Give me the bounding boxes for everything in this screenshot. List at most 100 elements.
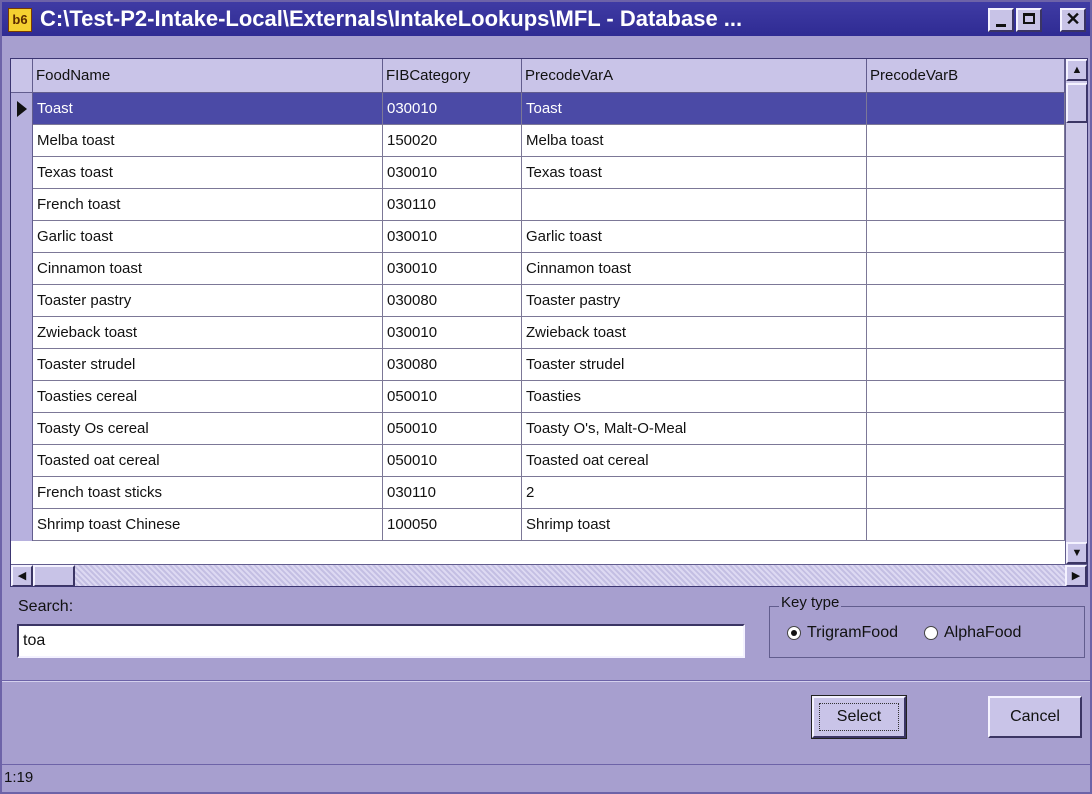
- food-data-grid[interactable]: FoodName FIBCategory PrecodeVarA Precode…: [10, 58, 1088, 587]
- column-header-fibcategory[interactable]: FIBCategory: [383, 59, 522, 93]
- table-cell[interactable]: Cinnamon toast: [33, 253, 383, 284]
- table-cell[interactable]: [867, 221, 1065, 252]
- table-cell[interactable]: 030010: [383, 317, 522, 348]
- table-cell[interactable]: Garlic toast: [33, 221, 383, 252]
- scroll-right-button[interactable]: ▶: [1065, 565, 1087, 586]
- table-cell[interactable]: [867, 445, 1065, 476]
- column-header-precodevarb[interactable]: PrecodeVarB: [867, 59, 1065, 93]
- column-header-precodevara[interactable]: PrecodeVarA: [522, 59, 867, 93]
- table-cell[interactable]: [867, 285, 1065, 316]
- row-selector[interactable]: [11, 253, 33, 285]
- cancel-button[interactable]: Cancel: [988, 696, 1082, 738]
- row-selector[interactable]: [11, 125, 33, 157]
- table-cell[interactable]: 030010: [383, 253, 522, 284]
- table-row[interactable]: Toasties cereal 050010 Toasties: [11, 381, 1065, 413]
- table-cell[interactable]: 030010: [383, 93, 522, 124]
- table-row[interactable]: French toast 030110: [11, 189, 1065, 221]
- table-cell[interactable]: 050010: [383, 413, 522, 444]
- table-row[interactable]: Cinnamon toast 030010 Cinnamon toast: [11, 253, 1065, 285]
- table-cell[interactable]: Toaster pastry: [522, 285, 867, 316]
- table-cell[interactable]: French toast sticks: [33, 477, 383, 508]
- table-cell[interactable]: 150020: [383, 125, 522, 156]
- row-selector[interactable]: [11, 349, 33, 381]
- radio-trigramfood[interactable]: TrigramFood: [787, 624, 927, 644]
- table-cell[interactable]: Toasted oat cereal: [522, 445, 867, 476]
- table-cell[interactable]: 030010: [383, 221, 522, 252]
- table-row[interactable]: Toasted oat cereal 050010 Toasted oat cere…: [11, 445, 1065, 477]
- table-cell[interactable]: Shrimp toast Chinese: [33, 509, 383, 540]
- table-row[interactable]: Shrimp toast Chinese 100050 Shrimp toast: [11, 509, 1065, 541]
- table-cell[interactable]: 030080: [383, 349, 522, 380]
- table-cell[interactable]: 030080: [383, 285, 522, 316]
- table-cell[interactable]: [867, 189, 1065, 220]
- table-cell[interactable]: 030110: [383, 477, 522, 508]
- table-cell[interactable]: Toasties: [522, 381, 867, 412]
- table-cell[interactable]: 030010: [383, 157, 522, 188]
- row-selector[interactable]: [11, 445, 33, 477]
- vertical-scroll-thumb[interactable]: [1066, 83, 1087, 123]
- close-button[interactable]: ✕: [1060, 8, 1086, 32]
- select-button[interactable]: Select: [812, 696, 906, 738]
- table-cell[interactable]: [867, 317, 1065, 348]
- table-cell[interactable]: Toaster strudel: [522, 349, 867, 380]
- table-row[interactable]: Garlic toast 030010 Garlic toast: [11, 221, 1065, 253]
- column-header-foodname[interactable]: FoodName: [33, 59, 383, 93]
- table-cell[interactable]: [522, 189, 867, 220]
- table-cell[interactable]: [867, 125, 1065, 156]
- row-selector[interactable]: [11, 221, 33, 253]
- table-cell[interactable]: Garlic toast: [522, 221, 867, 252]
- table-cell[interactable]: [867, 157, 1065, 188]
- vertical-scrollbar[interactable]: ▲ ▼: [1065, 59, 1087, 564]
- table-cell[interactable]: Toaster strudel: [33, 349, 383, 380]
- table-cell[interactable]: Cinnamon toast: [522, 253, 867, 284]
- table-cell[interactable]: Zwieback toast: [33, 317, 383, 348]
- scroll-up-button[interactable]: ▲: [1066, 59, 1087, 81]
- table-cell[interactable]: Texas toast: [522, 157, 867, 188]
- row-selector[interactable]: [11, 317, 33, 349]
- table-row[interactable]: Zwieback toast 030010 Zwieback toast: [11, 317, 1065, 349]
- radio-alphafood[interactable]: AlphaFood: [924, 624, 1064, 644]
- table-row[interactable]: Toaster strudel 030080 Toaster strudel: [11, 349, 1065, 381]
- table-cell[interactable]: Toasted oat cereal: [33, 445, 383, 476]
- table-cell[interactable]: Toasties cereal: [33, 381, 383, 412]
- table-cell[interactable]: [867, 381, 1065, 412]
- table-row[interactable]: Toaster pastry 030080 Toaster pastry: [11, 285, 1065, 317]
- table-row[interactable]: Toast 030010 Toast: [11, 93, 1065, 125]
- table-cell[interactable]: [867, 349, 1065, 380]
- row-selector[interactable]: [11, 93, 33, 125]
- table-row[interactable]: Texas toast 030010 Texas toast: [11, 157, 1065, 189]
- row-selector[interactable]: [11, 477, 33, 509]
- table-cell[interactable]: 2: [522, 477, 867, 508]
- table-cell[interactable]: 050010: [383, 445, 522, 476]
- table-cell[interactable]: French toast: [33, 189, 383, 220]
- table-cell[interactable]: [867, 93, 1065, 124]
- table-cell[interactable]: 100050: [383, 509, 522, 540]
- table-row[interactable]: Melba toast 150020 Melba toast: [11, 125, 1065, 157]
- maximize-button[interactable]: [1016, 8, 1042, 32]
- table-cell[interactable]: Melba toast: [33, 125, 383, 156]
- title-bar[interactable]: b6 C:\Test-P2-Intake-Local\Externals\Int…: [2, 2, 1090, 36]
- minimize-button[interactable]: [988, 8, 1014, 32]
- table-cell[interactable]: Toasty O's, Malt-O-Meal: [522, 413, 867, 444]
- app-icon[interactable]: b6: [8, 8, 32, 32]
- horizontal-scroll-thumb[interactable]: [33, 565, 75, 586]
- table-row[interactable]: Toasty Os cereal 050010 Toasty O's, Malt-O…: [11, 413, 1065, 445]
- table-cell[interactable]: Texas toast: [33, 157, 383, 188]
- row-selector[interactable]: [11, 509, 33, 541]
- table-cell[interactable]: [867, 253, 1065, 284]
- row-selector[interactable]: [11, 285, 33, 317]
- scroll-left-button[interactable]: ◀: [11, 565, 33, 586]
- table-cell[interactable]: Zwieback toast: [522, 317, 867, 348]
- table-cell[interactable]: Toast: [522, 93, 867, 124]
- table-cell[interactable]: Toasty Os cereal: [33, 413, 383, 444]
- table-cell[interactable]: Toaster pastry: [33, 285, 383, 316]
- table-cell[interactable]: Toast: [33, 93, 383, 124]
- table-cell[interactable]: [867, 413, 1065, 444]
- row-selector[interactable]: [11, 157, 33, 189]
- table-cell[interactable]: 050010: [383, 381, 522, 412]
- row-selector[interactable]: [11, 189, 33, 221]
- row-selector[interactable]: [11, 413, 33, 445]
- scroll-down-button[interactable]: ▼: [1066, 542, 1087, 564]
- horizontal-scrollbar[interactable]: ◀ ▶: [11, 564, 1087, 586]
- row-selector[interactable]: [11, 381, 33, 413]
